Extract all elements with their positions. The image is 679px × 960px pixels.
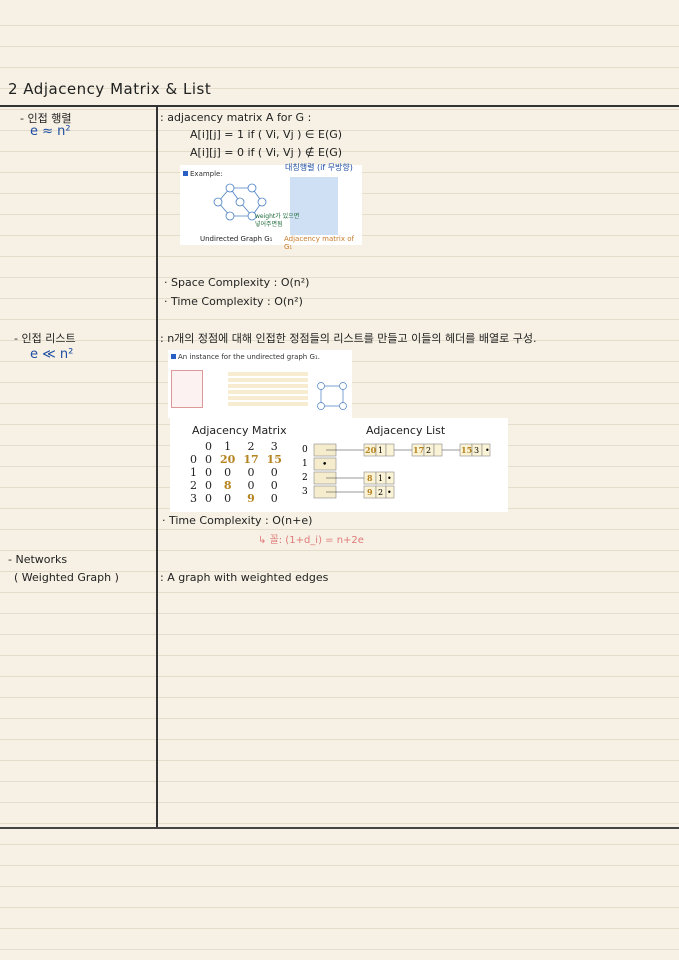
matrix-cell: 0: [270, 466, 278, 479]
null-marker: •: [322, 460, 327, 470]
top-divider: [0, 105, 679, 107]
annot-symmetric: 대칭행렬 (if 무방향): [285, 163, 353, 172]
row-label: 1: [190, 466, 197, 479]
network-desc: : A graph with weighted edges: [160, 571, 329, 584]
column-divider: [156, 106, 158, 828]
instance-label: An instance for the undirected graph G₁.: [171, 353, 320, 361]
bullet-icon: [171, 354, 176, 359]
list-note: e ≪ n²: [30, 347, 74, 362]
matrix-cell: 8: [223, 479, 232, 492]
null-marker: •: [387, 474, 392, 483]
list-node-vertex: 1: [378, 474, 383, 483]
matrix-def-line2: A[i][j] = 0 if ( Vi, Vj ) ∉ E(G): [190, 146, 343, 159]
list-time-note: ↳ 꼴: (1+d_i) = n+2e: [258, 535, 364, 546]
list-figure-title: Adjacency List: [366, 424, 446, 437]
annot-weight: weight가 있으면 넣어주면됨: [255, 213, 300, 228]
adjacency-matrix-table: 0 1 2 3 0 0 20 17 15 1 0 0 0 0 2 0 8 0 0…: [186, 440, 286, 505]
list-node-vertex: 3: [474, 446, 479, 455]
matrix-example-image: Example: 대칭행렬 (if 무방향) weight가 있으면 넣어주면됨…: [180, 163, 362, 251]
matrix-def-line1: A[i][j] = 1 if ( Vi, Vj ) ∈ E(G): [190, 128, 343, 141]
graph-g1-small: [317, 382, 347, 410]
list-node-weight: 8: [367, 473, 373, 483]
col-header: 2: [247, 440, 255, 453]
matrix-cell: 0: [247, 466, 255, 479]
list-node-weight: 20: [365, 445, 377, 455]
matrix-cell: 0: [205, 479, 212, 492]
matrix-cell: 0: [270, 492, 278, 505]
row-label: 3: [190, 492, 197, 505]
matrix-cell: 0: [205, 492, 212, 505]
matrix-cell: 0: [205, 466, 212, 479]
list-instance-image: An instance for the undirected graph G₁.: [168, 350, 352, 418]
list-row-label: 3: [302, 487, 308, 497]
list-node-vertex: 2: [426, 446, 431, 455]
col-header: 1: [224, 440, 232, 453]
matrix-def-line0: : adjacency matrix A for G :: [160, 111, 312, 124]
matrix-cell: 0: [224, 492, 232, 505]
caption-left: Undirected Graph G₁: [200, 235, 273, 243]
matrix-cell: 17: [243, 453, 259, 466]
page-title: 2 Adjacency Matrix & List: [8, 80, 212, 98]
matrix-cell: 0: [270, 479, 278, 492]
row-label: 0: [190, 453, 197, 466]
matrix-cell: 15: [266, 453, 282, 466]
matrix-figure-title: Adjacency Matrix: [192, 424, 287, 437]
matrix-cell: 20: [220, 453, 236, 466]
caption-right: Adjacency matrix of G₁: [284, 235, 354, 251]
list-time-complexity: · Time Complexity : O(n+e): [162, 514, 313, 527]
col-header: 3: [270, 440, 278, 453]
network-heading: - Networks: [8, 553, 68, 566]
matrix-space-complexity: · Space Complexity : O(n²): [164, 276, 310, 289]
null-marker: •: [485, 446, 490, 455]
list-node-weight: 9: [367, 487, 373, 497]
matrix-cell: 0: [224, 466, 232, 479]
matrix-cell: 0: [205, 453, 212, 466]
header-array-thumb: [171, 370, 203, 408]
list-row-label: 0: [302, 445, 308, 455]
list-row-label: 1: [302, 459, 308, 469]
example-label: Example:: [183, 170, 223, 178]
weighted-figure: Adjacency Matrix 0 1 2 3 0 0 20 17 15 1 …: [170, 418, 508, 512]
matrix-note: e ≈ n²: [30, 124, 71, 139]
matrix-time-complexity: · Time Complexity : O(n²): [164, 295, 303, 308]
row-label: 2: [190, 479, 197, 492]
list-row-label: 2: [302, 473, 308, 483]
network-subheading: ( Weighted Graph ): [14, 571, 119, 584]
list-nodes-thumb: [228, 372, 308, 406]
col-header: 0: [205, 440, 212, 453]
matrix-cell: 9: [247, 492, 255, 505]
list-node-vertex: 2: [378, 488, 383, 497]
bottom-divider: [0, 827, 679, 829]
list-node-weight: 17: [413, 445, 424, 455]
list-desc: : n개의 정점에 대해 인접한 정점들의 리스트를 만들고 이들의 헤더를 배…: [160, 332, 537, 345]
list-node-vertex: 1: [378, 446, 383, 455]
list-node-weight: 15: [461, 445, 472, 455]
null-marker: •: [387, 488, 392, 497]
matrix-cell: 0: [247, 479, 255, 492]
adjacency-list-diagram: 0 1 2 3 • 20 1 17 2 15 3 • 8 1 • 9 2 •: [302, 443, 491, 499]
list-heading: - 인접 리스트: [14, 332, 76, 345]
bullet-icon: [183, 171, 188, 176]
